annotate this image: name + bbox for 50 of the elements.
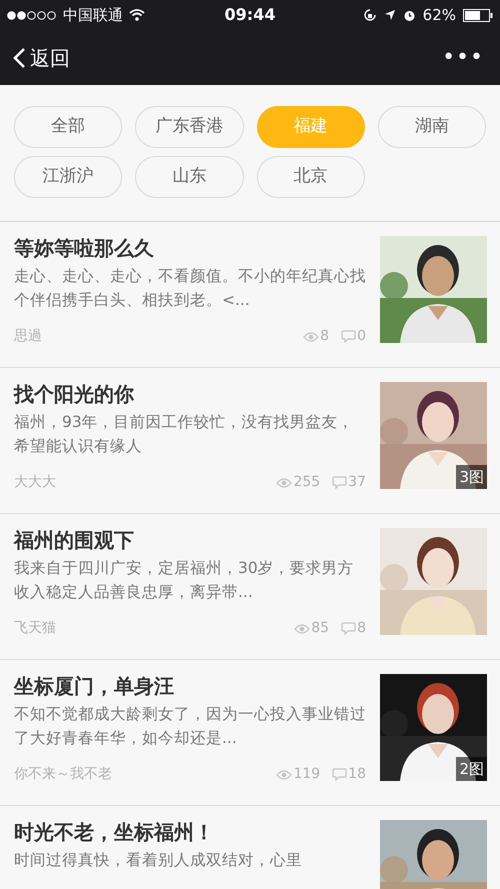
status-time: 09:44 xyxy=(224,4,276,26)
comment-count: 18 xyxy=(348,765,366,784)
post-title[interactable]: 等妳等啦那么久 xyxy=(14,234,366,262)
battery-percent: 62% xyxy=(422,4,456,26)
wifi-icon xyxy=(129,9,145,21)
more-button[interactable]: ••• xyxy=(442,41,488,74)
filter-chip[interactable]: 北京 xyxy=(256,156,365,198)
view-count: 119 xyxy=(293,765,320,784)
author-name: 你不来～我不老 xyxy=(14,765,113,784)
filter-chip[interactable]: 湖南 xyxy=(378,106,486,148)
post-title[interactable]: 找个阳光的你 xyxy=(14,380,366,408)
post-excerpt: 我来自于四川广安，定居福州，30岁，要求男方收入稳定人品善良忠厚，离异带... xyxy=(14,558,355,603)
post-excerpt: 走心、走心、走心，不看颜值。不小的年纪真心找个伴侣携手白头、相扶到老。<... xyxy=(14,266,366,311)
post-excerpt: 不知不觉都成大龄剩女了，因为一心投入事业错过了大好青春年华，如今却还是... xyxy=(14,704,366,749)
author-name: 思過 xyxy=(14,327,43,346)
author-name: 飞天猫 xyxy=(14,619,57,638)
post-title[interactable]: 福州的围观下 xyxy=(14,526,366,554)
chevron-left-icon xyxy=(12,46,26,68)
view-count: 8 xyxy=(320,327,330,346)
filter-chip[interactable]: 山东 xyxy=(135,156,244,198)
signal-icon xyxy=(7,10,57,20)
rotation-lock-icon xyxy=(362,8,377,22)
carrier-name: 中国联通 xyxy=(63,4,123,26)
location-arrow-icon xyxy=(384,9,396,21)
comment-icon xyxy=(341,622,356,635)
filter-chip[interactable]: 全部 xyxy=(14,106,122,148)
eye-icon xyxy=(276,768,292,780)
view-count: 85 xyxy=(311,619,330,638)
post-title[interactable]: 时光不老，坐标福州！ xyxy=(14,818,366,846)
author-name: 大大大 xyxy=(14,473,57,492)
eye-icon xyxy=(276,476,292,488)
view-count: 255 xyxy=(293,473,320,492)
comment-count: 0 xyxy=(357,327,366,346)
filter-chip[interactable]: 江浙沪 xyxy=(14,156,122,198)
alarm-icon xyxy=(402,8,416,22)
post-title[interactable]: 坐标厦门，单身汪 xyxy=(14,672,366,700)
post-excerpt: 福州，93年，目前因工作较忙，没有找男盆友，希望能认识有缘人 xyxy=(14,412,355,457)
comment-count: 8 xyxy=(357,619,366,638)
photo-count-badge: 2图 xyxy=(456,757,487,781)
eye-icon xyxy=(303,330,320,342)
eye-icon xyxy=(294,622,310,634)
comment-icon xyxy=(341,330,356,343)
comment-count: 37 xyxy=(348,473,366,492)
back-button[interactable]: 返回 xyxy=(12,42,70,72)
battery-icon xyxy=(463,8,493,22)
comment-icon xyxy=(332,768,348,781)
photo-count-badge: 3图 xyxy=(456,465,487,489)
post-excerpt: 时间过得真快，看着别人成双结对，心里 xyxy=(14,850,303,871)
filter-chip[interactable]: 广东香港 xyxy=(135,106,244,148)
comment-icon xyxy=(332,476,348,489)
